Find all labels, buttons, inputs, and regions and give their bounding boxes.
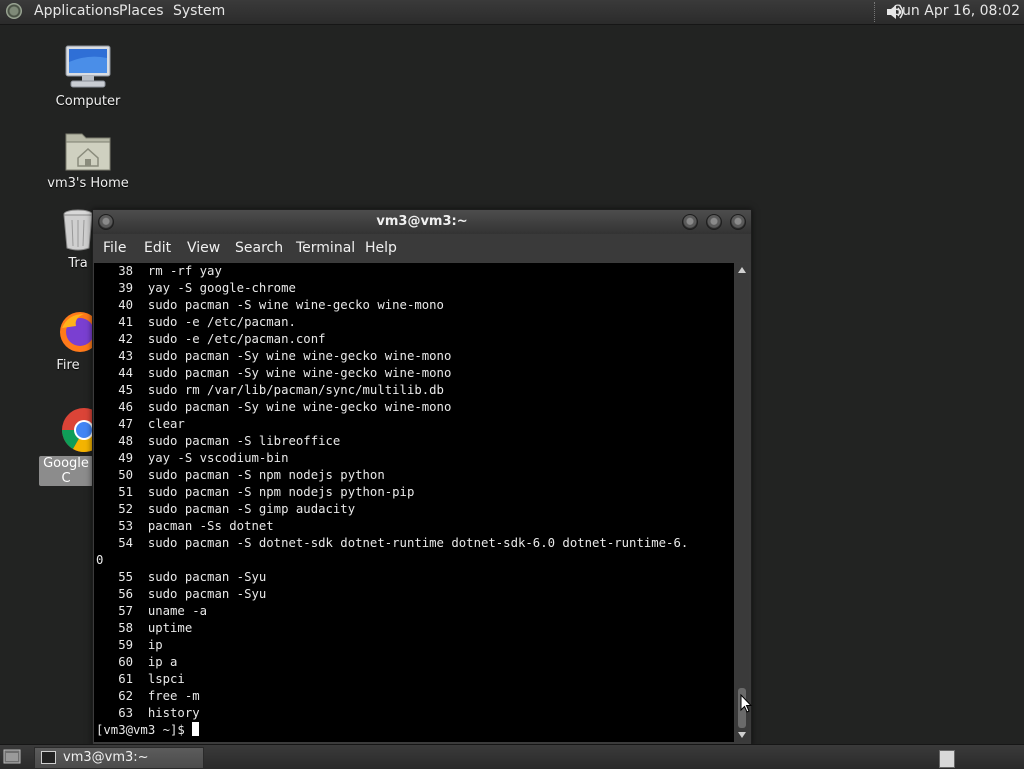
workspace-switcher-icon[interactable] <box>939 750 955 768</box>
scroll-down-icon[interactable] <box>738 732 746 738</box>
terminal-line: 40 sudo pacman -S wine wine-gecko wine-m… <box>96 298 444 312</box>
terminal-line: 54 sudo pacman -S dotnet-sdk dotnet-runt… <box>96 536 689 550</box>
desktop-icon-computer[interactable]: Computer <box>33 44 143 109</box>
terminal-line: 62 free -m <box>96 689 200 703</box>
window-menu-icon[interactable] <box>98 214 114 230</box>
desktop-icon-label: Computer <box>55 94 121 109</box>
panel-separator <box>874 2 877 22</box>
clock[interactable]: Sun Apr 16, 08:02 <box>893 2 1020 20</box>
desktop-icon-label: Google C <box>39 456 93 486</box>
places-menu[interactable]: Places <box>119 2 164 20</box>
terminal-output: 38 rm -rf yay 39 yay -S google-chrome 40… <box>96 263 688 739</box>
terminal-line: 52 sudo pacman -S gimp audacity <box>96 502 356 516</box>
show-desktop-icon[interactable] <box>3 749 21 764</box>
desktop-icon-firefox[interactable]: Fire <box>33 308 93 373</box>
terminal-line: 50 sudo pacman -S npm nodejs python <box>96 468 385 482</box>
menu-search[interactable]: Search <box>235 240 283 256</box>
terminal-icon <box>41 751 56 764</box>
text-cursor <box>192 722 200 736</box>
terminal-line: 39 yay -S google-chrome <box>96 281 296 295</box>
prompt-line[interactable]: [vm3@vm3 ~]$ <box>96 722 688 739</box>
terminal-line: 43 sudo pacman -Sy wine wine-gecko wine-… <box>96 349 452 363</box>
top-panel: Applications Places System Sun Apr 16, 0… <box>0 0 1024 25</box>
menu-terminal[interactable]: Terminal <box>296 240 355 256</box>
desktop-icon-google-chrome[interactable]: Google C <box>33 404 93 486</box>
terminal-screen[interactable]: 38 rm -rf yay 39 yay -S google-chrome 40… <box>94 263 734 742</box>
terminal-line: 63 history <box>96 706 200 720</box>
minimize-icon[interactable] <box>682 214 698 230</box>
computer-icon <box>65 45 111 88</box>
menu-help[interactable]: Help <box>365 240 397 256</box>
close-icon[interactable] <box>730 214 746 230</box>
taskbar-item-label: vm3@vm3:~ <box>63 750 149 765</box>
menu-view[interactable]: View <box>187 240 220 256</box>
scroll-up-icon[interactable] <box>738 267 746 273</box>
terminal-line: 49 yay -S vscodium-bin <box>96 451 289 465</box>
terminal-line: 47 clear <box>96 417 185 431</box>
terminal-line: 45 sudo rm /var/lib/pacman/sync/multilib… <box>96 383 444 397</box>
terminal-scrollbar[interactable] <box>735 263 749 742</box>
terminal-line: 44 sudo pacman -Sy wine wine-gecko wine-… <box>96 366 452 380</box>
terminal-line: 41 sudo -e /etc/pacman. <box>96 315 296 329</box>
mouse-pointer-icon <box>740 694 752 713</box>
terminal-line: 48 sudo pacman -S libreoffice <box>96 434 341 448</box>
terminal-line: 53 pacman -Ss dotnet <box>96 519 274 533</box>
terminal-line: 46 sudo pacman -Sy wine wine-gecko wine-… <box>96 400 452 414</box>
terminal-line: 51 sudo pacman -S npm nodejs python-pip <box>96 485 415 499</box>
shell-prompt: [vm3@vm3 ~]$ <box>96 723 193 737</box>
desktop-icon-label: vm3's Home <box>47 176 129 191</box>
terminal-line: 60 ip a <box>96 655 178 669</box>
distro-logo-icon[interactable] <box>6 3 22 19</box>
menu-edit[interactable]: Edit <box>144 240 171 256</box>
chrome-icon <box>62 408 93 452</box>
terminal-line: 57 uname -a <box>96 604 208 618</box>
window-title: vm3@vm3:~ <box>376 214 468 229</box>
menu-file[interactable]: File <box>103 240 126 256</box>
terminal-line: 58 uptime <box>96 621 193 635</box>
system-menu[interactable]: System <box>173 2 225 20</box>
applications-menu[interactable]: Applications <box>34 2 120 20</box>
terminal-line: 0 <box>96 553 104 567</box>
desktop-icon-home[interactable]: vm3's Home <box>33 128 143 191</box>
home-folder-icon <box>65 133 111 171</box>
desktop-icon-label: Tra <box>68 256 88 271</box>
bottom-panel: vm3@vm3:~ <box>0 744 1024 769</box>
terminal-line: 59 ip <box>96 638 163 652</box>
terminal-window[interactable]: vm3@vm3:~ File Edit View Search Terminal… <box>92 209 752 746</box>
window-titlebar[interactable]: vm3@vm3:~ <box>93 210 751 234</box>
terminal-line: 61 lspci <box>96 672 185 686</box>
terminal-menubar: File Edit View Search Terminal Help <box>93 234 751 262</box>
maximize-icon[interactable] <box>706 214 722 230</box>
desktop-icon-label: Fire <box>56 358 80 373</box>
terminal-line: 42 sudo -e /etc/pacman.conf <box>96 332 326 346</box>
taskbar-item-terminal[interactable]: vm3@vm3:~ <box>34 747 204 769</box>
terminal-line: 56 sudo pacman -Syu <box>96 587 267 601</box>
terminal-line: 38 rm -rf yay <box>96 264 222 278</box>
terminal-line: 55 sudo pacman -Syu <box>96 570 267 584</box>
firefox-icon <box>60 312 93 352</box>
